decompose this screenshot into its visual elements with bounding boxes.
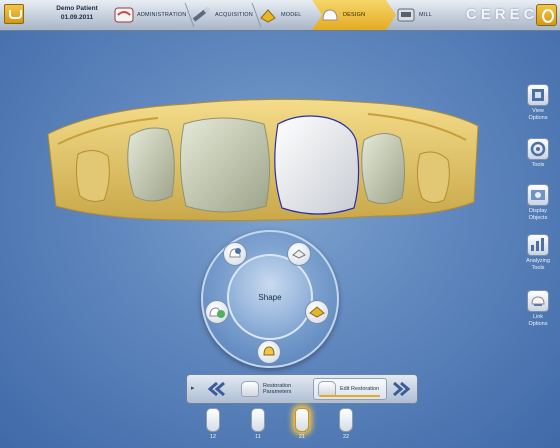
active-step-indicator (320, 395, 380, 397)
view-options-icon (527, 84, 549, 106)
tooth-number: 12 (209, 434, 217, 440)
patient-date: 01.09.2011 (60, 14, 94, 21)
analyzing-tools-icon (527, 234, 549, 256)
step-model[interactable]: MODEL (258, 0, 318, 30)
acquisition-icon (192, 6, 212, 24)
link-options-icon (527, 290, 549, 312)
tooth-22 (361, 133, 406, 204)
form-tool-icon[interactable] (287, 242, 311, 266)
tools-icon (527, 138, 549, 160)
tools-label: Tools (531, 162, 545, 168)
tooth-number: 11 (255, 434, 261, 440)
restoration-parameters-step[interactable]: Restoration Parameters (237, 378, 311, 400)
view-options-button[interactable]: View Options (516, 84, 560, 121)
tools-button[interactable]: Tools (516, 138, 560, 169)
step-label: ACQUISITION (215, 12, 253, 18)
tooth-13 (127, 127, 175, 202)
radial-tool-menu: Shape (201, 230, 339, 368)
mill-icon (396, 6, 416, 24)
tooth-icon (339, 408, 353, 432)
step-mill[interactable]: MILL (396, 0, 456, 30)
brand-logo: CEREC (466, 6, 539, 23)
link-options-label-2: Options (528, 320, 548, 327)
tooth-icon (295, 408, 309, 432)
contact-tool-icon[interactable] (205, 300, 229, 324)
shape-label: Shape (258, 292, 282, 302)
edit-restoration-step[interactable]: Edit Restoration (313, 378, 387, 400)
tooth-icon (206, 408, 220, 432)
tooth-select-12[interactable]: 12 (198, 408, 228, 440)
link-options-button[interactable]: Link Options (516, 290, 560, 327)
dental-model-viewport[interactable] (38, 84, 486, 234)
step-design[interactable]: DESIGN (312, 0, 396, 30)
crown-tool-icon[interactable] (257, 340, 281, 364)
menu-logo-icon[interactable] (536, 4, 557, 26)
analyzing-tools-label-2: Tools (531, 264, 545, 271)
view-options-label-2: Options (528, 114, 548, 121)
patient-info[interactable]: Demo Patient 01.09.2011 (40, 4, 114, 22)
administration-icon (114, 6, 134, 24)
analyzing-tools-button[interactable]: Analyzing Tools (516, 234, 560, 271)
step-administration[interactable]: ADMINISTRATION (114, 0, 187, 30)
display-objects-label-2: Objects (528, 214, 548, 221)
tooth-library-icon[interactable] (223, 242, 247, 266)
app-logo-icon[interactable] (4, 4, 24, 24)
tooth-selector-bar: 12 11 21 22 (0, 404, 560, 448)
step-label: MODEL (281, 12, 302, 18)
tooth-select-11[interactable]: 11 (243, 408, 273, 440)
restoration-parameters-label-2: Parameters (263, 389, 292, 395)
next-step-icon[interactable] (389, 381, 413, 397)
add-material-icon[interactable] (305, 300, 329, 324)
edit-restoration-label: Edit Restoration (340, 385, 380, 392)
previous-step-icon[interactable] (205, 381, 229, 397)
tooth-icon (251, 408, 265, 432)
collapse-toggle-icon[interactable]: ▸ (191, 384, 199, 394)
top-toolbar: Demo Patient 01.09.2011 ADMINISTRATION A… (0, 0, 560, 31)
tooth-select-22[interactable]: 22 (331, 408, 361, 440)
step-label: ADMINISTRATION (137, 12, 187, 18)
step-label: DESIGN (343, 12, 366, 18)
display-objects-button[interactable]: Display Objects (516, 184, 560, 221)
model-icon (258, 6, 278, 24)
tooth-number: 21 (298, 434, 306, 440)
tooth-select-21[interactable]: 21 (287, 408, 317, 440)
step-label: MILL (419, 12, 433, 18)
design-icon (320, 6, 340, 24)
tooth-restoration (274, 115, 360, 215)
patient-name: Demo Patient (56, 5, 98, 12)
restoration-parameters-icon (241, 381, 259, 397)
phase-navigation-bar: ▸ Restoration Parameters Edit Restoratio… (186, 374, 418, 404)
tooth-12 (179, 117, 271, 213)
display-objects-icon (527, 184, 549, 206)
tooth-number: 22 (342, 434, 350, 440)
